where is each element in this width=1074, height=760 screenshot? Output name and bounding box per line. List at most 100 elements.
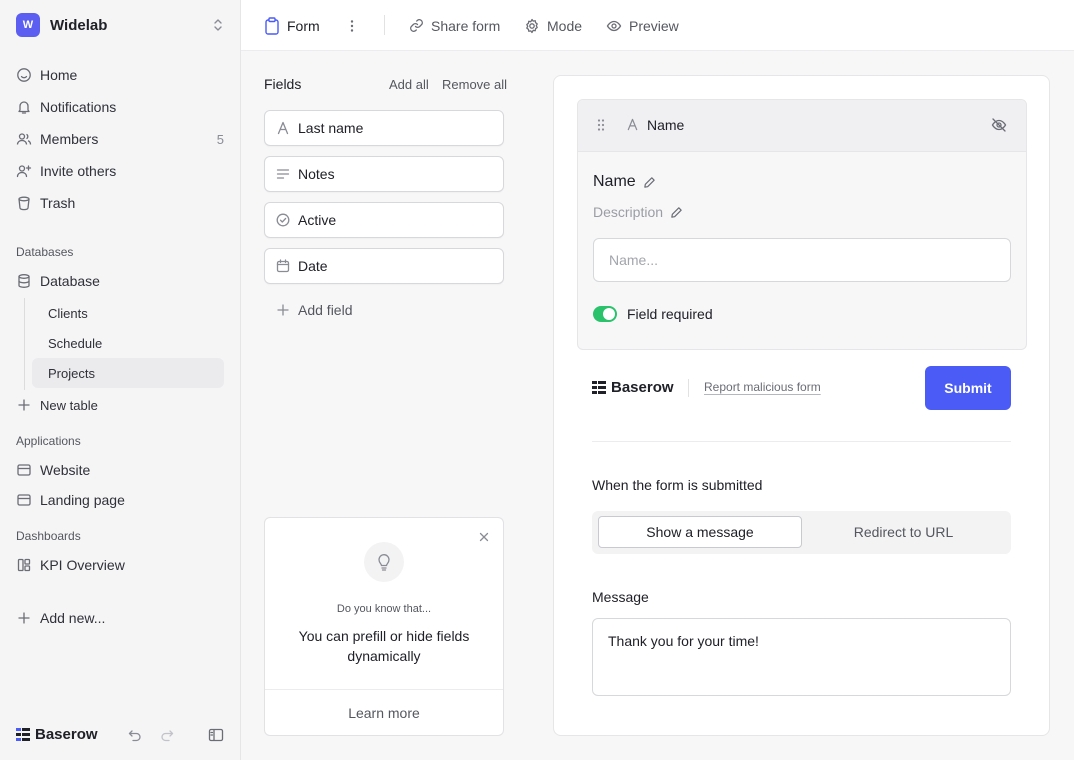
tree-line [24, 298, 25, 390]
preview-label: Preview [629, 17, 679, 34]
redo-icon[interactable] [160, 728, 174, 742]
baserow-logo-text: Baserow [611, 379, 674, 396]
preview-button[interactable]: Preview [606, 0, 679, 51]
bell-icon [16, 99, 32, 115]
pencil-icon[interactable] [670, 206, 683, 219]
workspace-switcher[interactable]: W Widelab [16, 13, 224, 37]
field-card-notes[interactable]: Notes [264, 156, 504, 192]
pencil-icon[interactable] [643, 176, 656, 189]
sidebar-item-trash[interactable]: Trash [16, 190, 224, 216]
sidebar-table-clients[interactable]: Clients [32, 298, 224, 328]
text-icon [626, 118, 639, 131]
long-text-icon [276, 167, 290, 181]
sidebar-item-label: Landing page [40, 492, 125, 508]
mode-button[interactable]: Mode [524, 0, 582, 51]
lightbulb-icon [364, 542, 404, 582]
form-field-block[interactable]: Name Name Description Field req [577, 99, 1027, 350]
add-all-button[interactable]: Add all [389, 77, 429, 92]
add-new-label: Add new... [40, 610, 106, 626]
drag-handle-icon[interactable] [596, 118, 606, 132]
dashboard-icon [16, 557, 32, 573]
form-preview: Name Name Description Field req [553, 75, 1050, 736]
sidebar: W Widelab Home Notifications Members 5 I… [0, 0, 241, 760]
collapse-sidebar-icon[interactable] [208, 727, 224, 743]
sidebar-item-label: Invite others [40, 163, 117, 179]
baserow-logo-icon [16, 728, 30, 741]
form-field-title[interactable]: Name [593, 173, 656, 191]
view-selector[interactable]: Form [264, 0, 320, 51]
sidebar-item-notifications[interactable]: Notifications [16, 94, 224, 120]
new-table-label: New table [40, 397, 98, 413]
sidebar-item-landing-page[interactable]: Landing page [16, 487, 224, 513]
undo-icon[interactable] [128, 728, 142, 742]
field-card-label: Date [298, 258, 328, 274]
learn-more-button[interactable]: Learn more [265, 690, 503, 735]
new-table-button[interactable]: New table [16, 392, 224, 418]
members-count: 5 [216, 131, 224, 147]
option-show-message[interactable]: Show a message [598, 516, 802, 548]
gear-icon [524, 18, 540, 34]
report-malicious-form-link[interactable]: Report malicious form [704, 380, 821, 394]
sidebar-item-members[interactable]: Members 5 [16, 126, 224, 152]
add-field-button[interactable]: Add field [276, 299, 352, 321]
link-icon [409, 18, 424, 33]
user-plus-icon [16, 163, 32, 179]
message-textarea[interactable]: Thank you for your time! [592, 618, 1011, 696]
plus-icon [16, 397, 32, 413]
tip-eyebrow: Do you know that... [336, 603, 432, 615]
users-icon [16, 131, 32, 147]
share-form-button[interactable]: Share form [409, 0, 500, 51]
field-card-label: Notes [298, 166, 335, 182]
eye-off-icon[interactable] [991, 117, 1007, 133]
field-card-label: Last name [298, 120, 364, 136]
sidebar-item-label: Database [40, 273, 100, 289]
sidebar-footer: Baserow [0, 710, 240, 760]
tip-text: You can prefill or hide fields dynamical… [298, 628, 470, 664]
view-options-button[interactable] [345, 0, 359, 51]
add-new-button[interactable]: Add new... [16, 605, 224, 631]
sidebar-item-home[interactable]: Home [16, 62, 224, 88]
baserow-logo-icon [592, 381, 606, 394]
sidebar-item-website[interactable]: Website [16, 457, 224, 483]
more-vertical-icon [345, 19, 359, 33]
close-icon[interactable] [478, 531, 490, 543]
sidebar-table-projects[interactable]: Projects [32, 358, 224, 388]
field-card-active[interactable]: Active [264, 202, 504, 238]
toggle-switch[interactable] [593, 306, 617, 322]
form-field-description[interactable]: Description [593, 204, 683, 220]
view-name: Form [287, 17, 320, 34]
view-header: Form Share form Mode Preview [241, 0, 1074, 51]
sidebar-table-schedule[interactable]: Schedule [32, 328, 224, 358]
message-label: Message [592, 589, 649, 605]
add-field-label: Add field [298, 302, 353, 318]
boolean-icon [276, 213, 290, 227]
workspace-name: Widelab [50, 16, 108, 34]
browser-icon [16, 462, 32, 478]
text-icon [276, 121, 290, 135]
baserow-logo[interactable]: Baserow [16, 726, 98, 743]
field-card-last-name[interactable]: Last name [264, 110, 504, 146]
home-icon [16, 67, 32, 83]
workspace-avatar: W [16, 13, 40, 37]
footer-divider [688, 379, 689, 397]
toolbar-divider [384, 15, 385, 35]
option-redirect-url[interactable]: Redirect to URL [802, 516, 1005, 548]
sidebar-item-database[interactable]: Database [16, 268, 224, 294]
eye-icon [606, 18, 622, 34]
calendar-icon [276, 259, 290, 273]
sidebar-item-label: Trash [40, 195, 76, 211]
sidebar-item-invite[interactable]: Invite others [16, 158, 224, 184]
field-required-label: Field required [627, 306, 713, 322]
sidebar-item-kpi-overview[interactable]: KPI Overview [16, 552, 224, 578]
baserow-logo-text: Baserow [35, 726, 98, 743]
when-submitted-label: When the form is submitted [592, 477, 763, 493]
field-required-toggle[interactable]: Field required [593, 306, 713, 322]
mode-label: Mode [547, 17, 583, 34]
remove-all-button[interactable]: Remove all [442, 77, 507, 92]
share-form-label: Share form [431, 17, 501, 34]
sidebar-item-label: KPI Overview [40, 557, 125, 573]
name-input[interactable] [593, 238, 1011, 282]
field-card-date[interactable]: Date [264, 248, 504, 284]
sidebar-item-label: Notifications [40, 99, 117, 115]
submit-button[interactable]: Submit [925, 366, 1011, 410]
